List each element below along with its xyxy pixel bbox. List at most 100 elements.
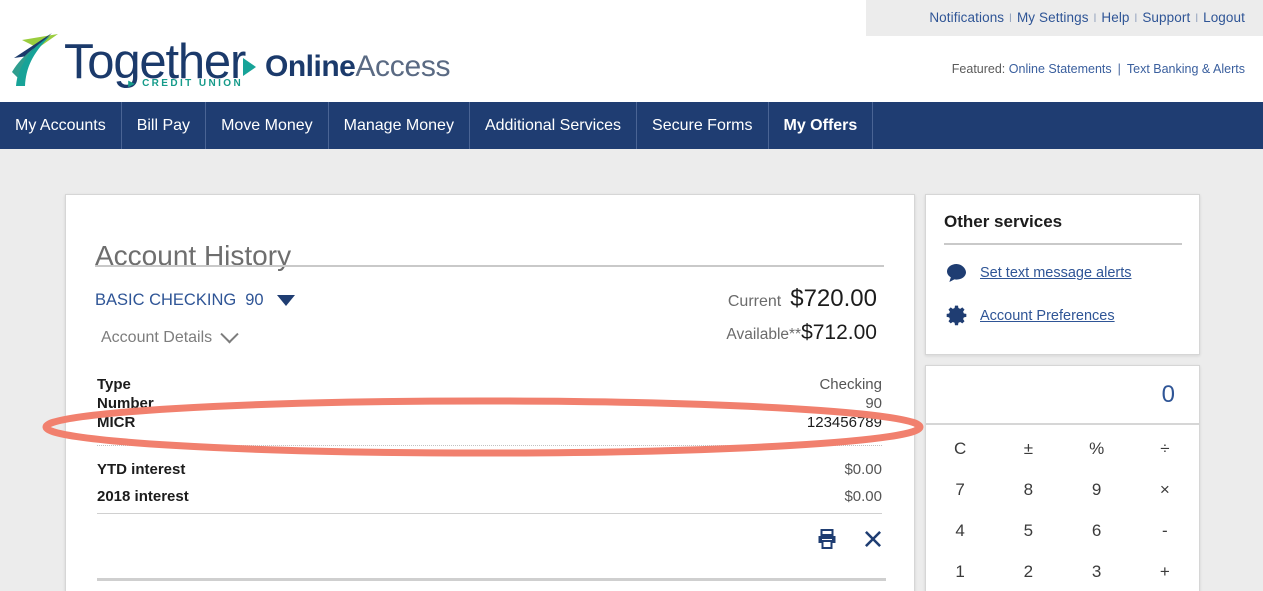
calculator-display[interactable]: 0	[926, 366, 1199, 425]
featured-links: Featured: Online Statements | Text Banking…	[952, 62, 1245, 76]
brand-logo[interactable]: Together ▶ CREDIT UNION	[8, 12, 246, 90]
calc-key-plus[interactable]: +	[1131, 551, 1199, 591]
row-key-type: Type	[97, 376, 131, 393]
available-balance-label: Available**	[726, 326, 802, 343]
product-title-light: Access	[355, 50, 451, 83]
chevron-down-icon	[220, 324, 239, 343]
table-row: Number 90	[97, 394, 882, 413]
row-key-number: Number	[97, 395, 154, 412]
calc-key-3[interactable]: 3	[1063, 551, 1131, 591]
calc-key-4[interactable]: 4	[926, 510, 994, 551]
together-arrow-icon	[12, 33, 58, 86]
calculator-keypad: C ± % ÷ 7 8 9 × 4 5 6 - 1 2 3 +	[926, 428, 1199, 591]
calc-key-7[interactable]: 7	[926, 469, 994, 510]
table-row: MICR 123456789	[97, 413, 882, 432]
nav-filler	[873, 102, 1263, 149]
utility-links: Notifications l My Settings l Help l Support l L…	[929, 10, 1245, 25]
utility-link-support[interactable]: Support	[1142, 10, 1190, 25]
utility-link-logout[interactable]: Logout	[1203, 10, 1245, 25]
brand-wordmark-block: Together ▶ CREDIT UNION	[64, 38, 246, 89]
brand-tagline: ▶ CREDIT UNION	[128, 78, 243, 89]
calc-key-6[interactable]: 6	[1063, 510, 1131, 551]
other-services-title: Other services	[944, 212, 1063, 231]
account-name-label: BASIC CHECKING	[95, 291, 237, 309]
product-title: Online Access	[243, 50, 451, 84]
nav-item-my-offers[interactable]: My Offers	[769, 102, 874, 149]
featured-link-text-banking[interactable]: Text Banking & Alerts	[1127, 62, 1245, 76]
other-services-divider	[944, 243, 1182, 245]
utility-link-my-settings[interactable]: My Settings	[1017, 10, 1089, 25]
table-row: 2018 interest $0.00	[97, 487, 882, 506]
service-item-account-preferences[interactable]: Account Preferences	[944, 305, 1115, 326]
gear-icon	[944, 305, 968, 326]
nav-item-move-money[interactable]: Move Money	[206, 102, 329, 149]
calculator-widget: 0 C ± % ÷ 7 8 9 × 4 5 6 - 1 2 3 +	[925, 365, 1200, 591]
featured-label: Featured:	[951, 62, 1006, 76]
calc-key-minus[interactable]: -	[1131, 510, 1199, 551]
calc-key-divide[interactable]: ÷	[1131, 428, 1199, 469]
table-row: Type Checking	[97, 375, 882, 394]
row-gap	[97, 479, 882, 487]
featured-separator: |	[1117, 62, 1121, 76]
nav-item-my-accounts[interactable]: My Accounts	[0, 102, 122, 149]
service-item-text-alerts[interactable]: Set text message alerts	[944, 263, 1132, 283]
account-selector[interactable]: BASIC CHECKING 90	[95, 291, 295, 310]
calc-key-clear[interactable]: C	[926, 428, 994, 469]
account-details-toggle[interactable]: Account Details	[101, 324, 239, 347]
page-root: Notifications l My Settings l Help l Support l L…	[0, 0, 1263, 591]
row-value-type: Checking	[819, 376, 882, 393]
row-value-micr: 123456789	[806, 414, 882, 431]
other-services-card: Other services Set text message alerts A…	[925, 194, 1200, 355]
nav-item-bill-pay[interactable]: Bill Pay	[122, 102, 207, 149]
utility-separator: l	[1134, 11, 1138, 25]
card-bottom-divider	[97, 578, 886, 581]
calc-key-5[interactable]: 5	[994, 510, 1062, 551]
account-details-label: Account Details	[101, 329, 213, 346]
utility-link-notifications[interactable]: Notifications	[929, 10, 1004, 25]
utility-separator: l	[1195, 11, 1199, 25]
current-balance-amount: $720.00	[790, 285, 877, 312]
utility-separator: l	[1009, 11, 1012, 25]
row-key-micr: MICR	[97, 414, 136, 431]
utility-link-help[interactable]: Help	[1101, 10, 1129, 25]
product-title-bold: Online	[265, 50, 356, 83]
account-number-label: 90	[245, 291, 264, 309]
close-icon[interactable]	[861, 527, 885, 551]
calc-key-percent[interactable]: %	[1063, 428, 1131, 469]
nav-item-secure-forms[interactable]: Secure Forms	[637, 102, 769, 149]
chat-bubble-icon	[944, 263, 968, 283]
featured-link-online-statements[interactable]: Online Statements	[1009, 62, 1112, 76]
play-triangle-icon	[243, 58, 256, 76]
balance-block: Current $720.00 Available** $712.00	[726, 285, 877, 345]
chevron-down-icon	[276, 295, 295, 306]
row-value-2018-interest: $0.00	[844, 488, 882, 505]
calc-key-8[interactable]: 8	[994, 469, 1062, 510]
table-bottom-divider	[97, 513, 882, 514]
calc-key-1[interactable]: 1	[926, 551, 994, 591]
row-value-number: 90	[865, 395, 882, 412]
calc-key-2[interactable]: 2	[994, 551, 1062, 591]
calc-key-9[interactable]: 9	[1063, 469, 1131, 510]
utility-separator: l	[1093, 11, 1097, 25]
account-detail-table: Type Checking Number 90 MICR 123456789 Y…	[97, 375, 882, 506]
nav-item-manage-money[interactable]: Manage Money	[329, 102, 470, 149]
row-key-2018-interest: 2018 interest	[97, 488, 189, 505]
service-link-text-alerts: Set text message alerts	[980, 265, 1132, 281]
current-balance-label: Current	[727, 293, 782, 310]
card-action-icons	[815, 527, 885, 551]
calc-key-multiply[interactable]: ×	[1131, 469, 1199, 510]
account-history-card: Account History BASIC CHECKING 90 Accoun…	[65, 194, 915, 591]
available-balance-row: Available** $712.00	[726, 321, 877, 345]
current-balance-row: Current $720.00	[726, 285, 877, 313]
row-value-ytd-interest: $0.00	[844, 461, 882, 478]
table-row: YTD interest $0.00	[97, 460, 882, 479]
available-balance-amount: $712.00	[801, 321, 877, 344]
print-icon[interactable]	[815, 527, 839, 551]
tagline-triangle-icon: ▶	[128, 79, 137, 88]
brand-tagline-text: CREDIT UNION	[142, 78, 244, 89]
calc-key-sign[interactable]: ±	[994, 428, 1062, 469]
service-link-account-preferences: Account Preferences	[980, 307, 1115, 324]
table-dotted-divider	[97, 445, 882, 446]
nav-item-additional-services[interactable]: Additional Services	[470, 102, 638, 149]
title-divider	[95, 265, 884, 267]
